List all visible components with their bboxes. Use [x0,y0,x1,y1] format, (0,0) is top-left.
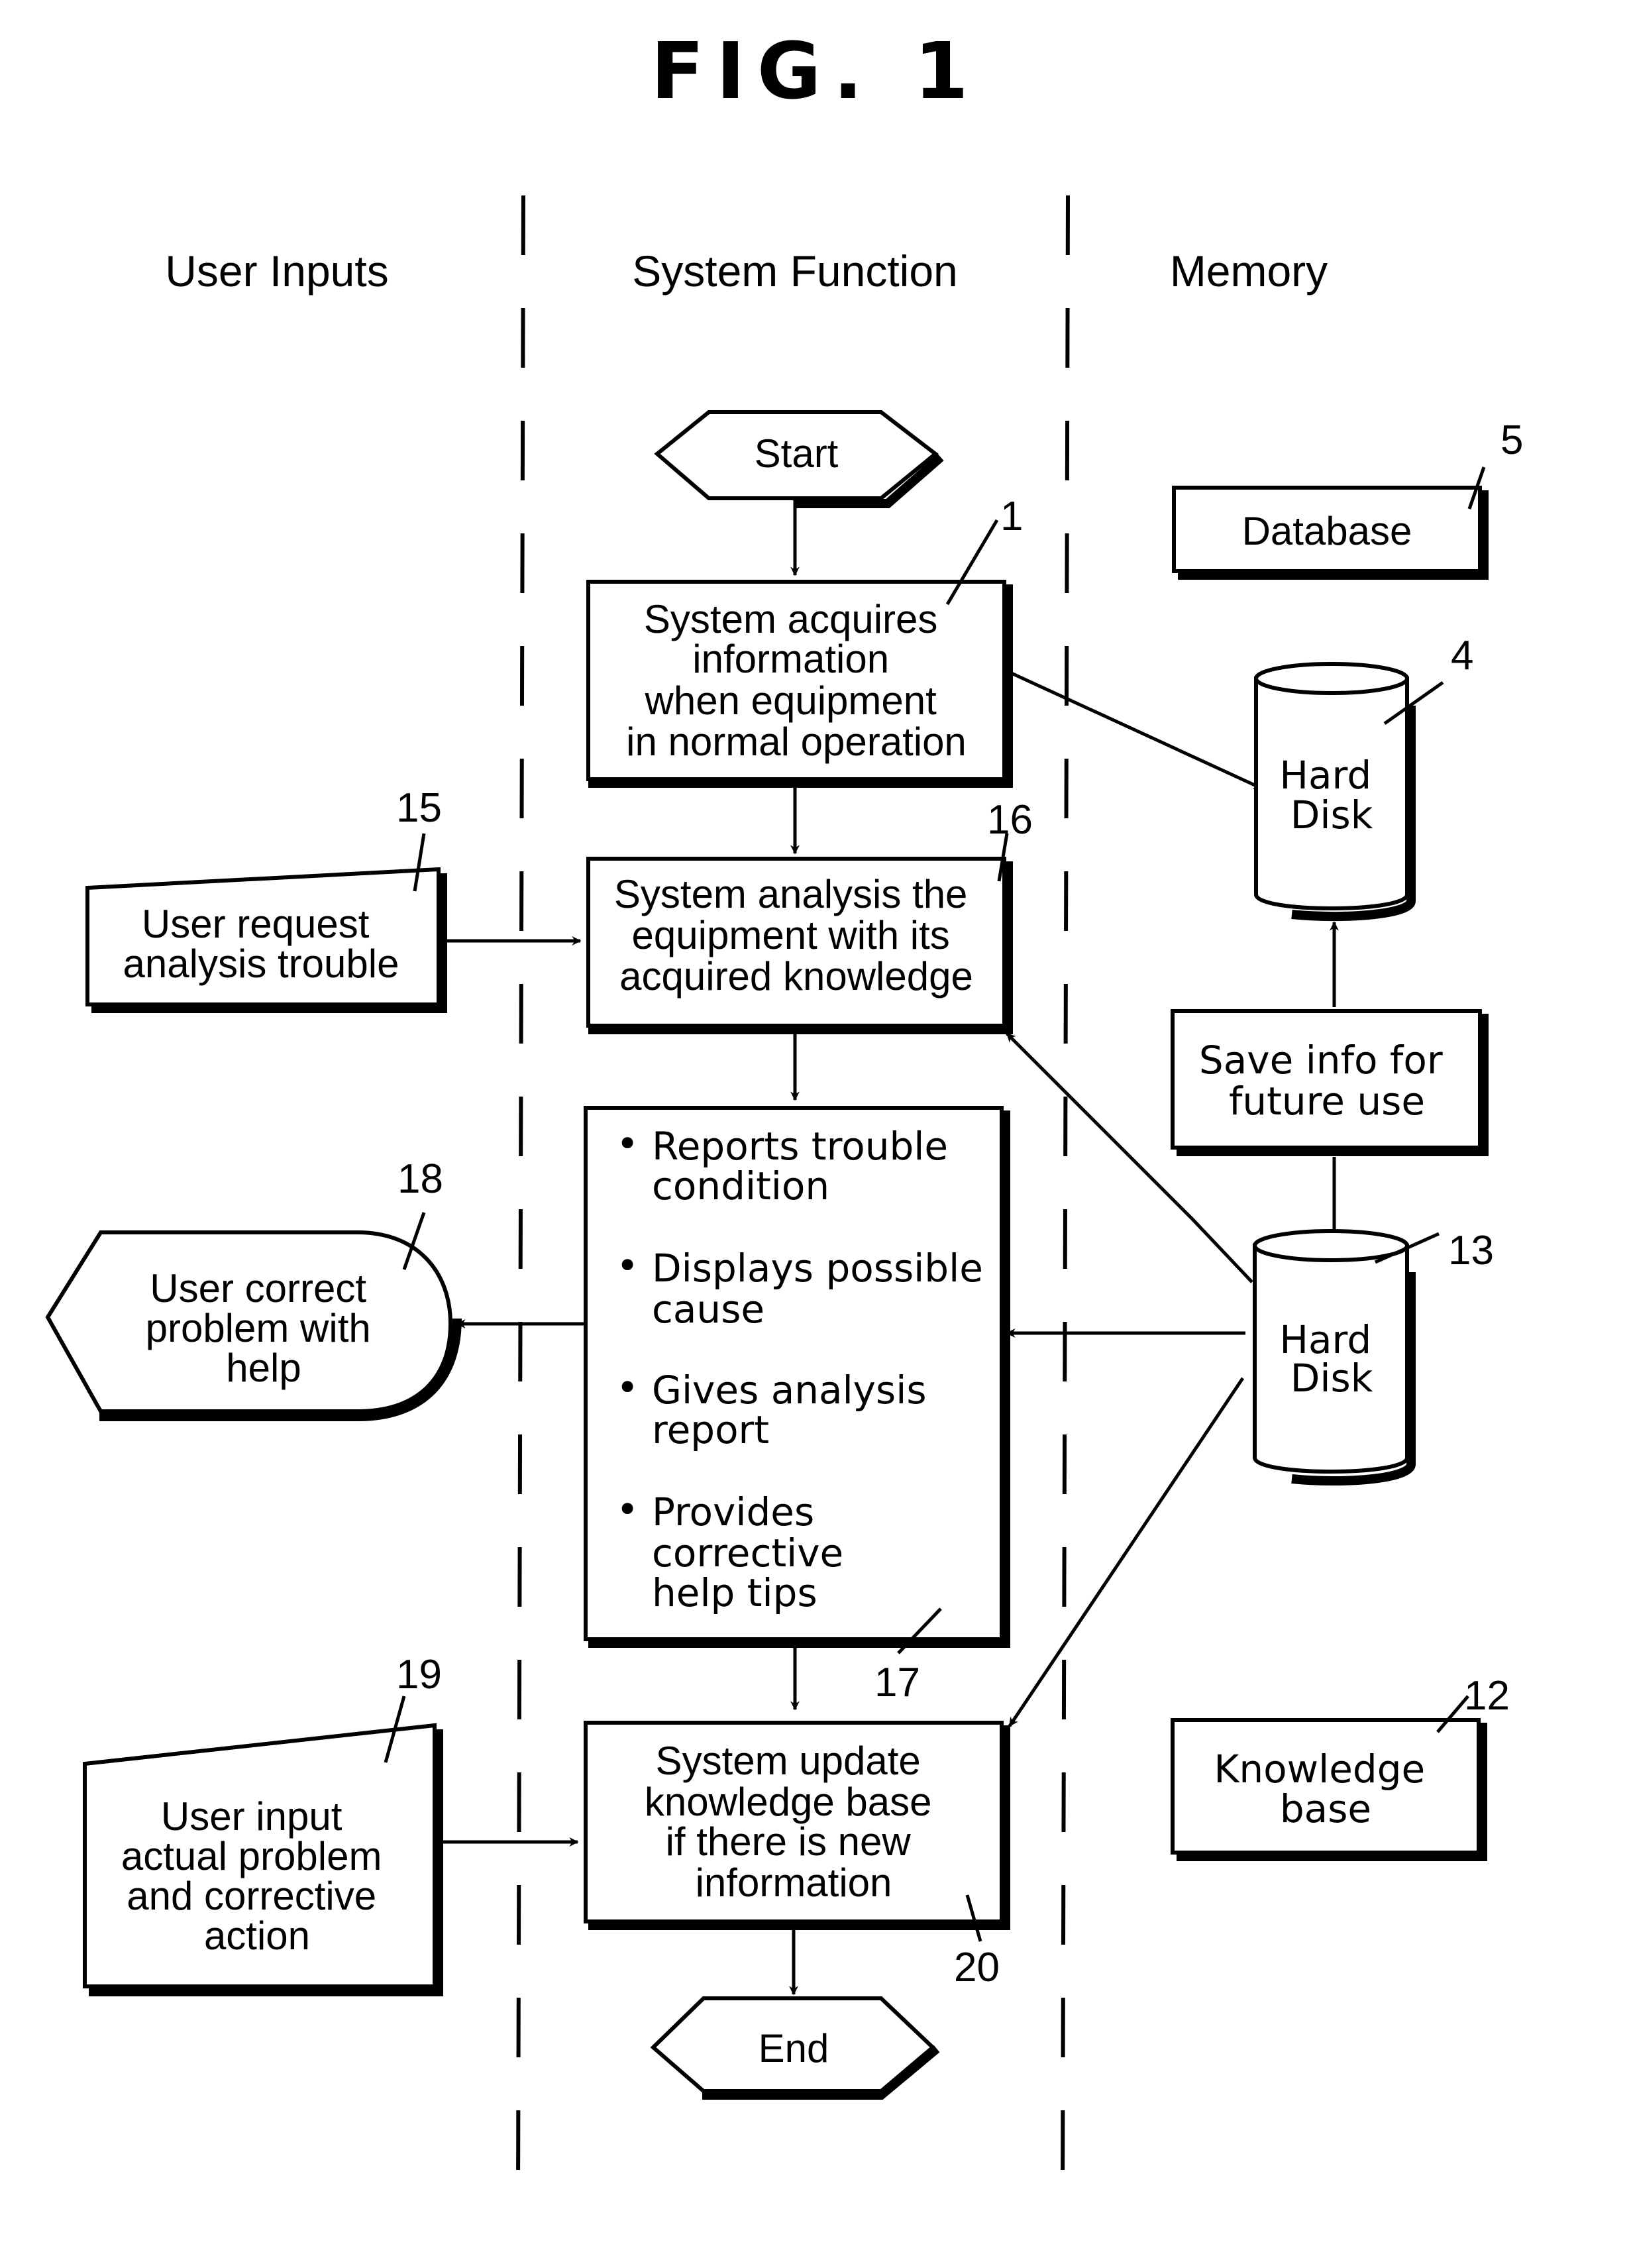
arrow-acquire-to-hard-disk-4 [1004,669,1263,790]
end-label: End [759,2026,829,2071]
ref-label-18: 18 [397,1156,443,1202]
ref-label-16: 16 [987,797,1033,843]
memory-hard-disk-13: Hard Disk [1253,1229,1416,1486]
ref-label-17: 17 [874,1660,920,1705]
lane-header-user-inputs: User Inputs [165,246,388,296]
memory-knowledge-base: Knowledge base [1171,1718,1487,1861]
ref-label-13: 13 [1448,1228,1494,1273]
analysis-text: System analysis the equipment with its a… [614,872,978,999]
end-terminator: End [650,1996,940,2100]
start-label: Start [755,431,839,476]
process-acquire-information: System acquires information when equipme… [586,580,1013,788]
ref-label-19: 19 [396,1652,442,1698]
flowchart-figure: FIG. 1 User Inputs System Function Memor… [45,25,1523,2200]
start-terminator: Start [654,410,944,508]
ref-label-15: 15 [396,785,442,831]
lane-divider-left [516,195,525,2200]
bullet-icon: • [616,1487,639,1532]
figure-title: FIG. 1 [651,25,980,117]
hard-disk-4-text: Hard Disk [1279,753,1383,837]
bullet-icon: • [616,1121,639,1166]
display-user-correct-problem: User correct problem with help [45,1230,462,1421]
arrow-hard-disk-13-to-update [1008,1377,1245,1727]
ref-label-1: 1 [1000,494,1023,539]
acquire-text: System acquires information when equipme… [626,597,967,764]
hard-disk-13-text: Hard Disk [1279,1317,1383,1401]
memory-database: Database [1172,486,1489,580]
user-request-text: User request analysis trouble [123,902,399,986]
ref-label-4: 4 [1451,633,1473,678]
process-system-analysis: System analysis the equipment with its a… [586,857,1013,1034]
process-report-list: • Reports trouble condition • Displays p… [584,1106,1010,1648]
input-user-request-analysis: User request analysis trouble [85,867,447,1013]
save-info-text: Save info for future use [1199,1038,1455,1124]
ref-label-12: 12 [1464,1673,1510,1719]
memory-save-info: Save info for future use [1171,1009,1489,1156]
ref-label-5: 5 [1500,417,1523,463]
bullet-icon: • [616,1243,639,1288]
memory-hard-disk-4: Hard Disk [1254,662,1416,922]
bullet-icon: • [616,1365,639,1410]
input-user-actual-problem: User input actual problem and corrective… [83,1723,443,1996]
process-update-knowledge-base: System update knowledge base if there is… [584,1721,1010,1930]
lane-divider-right [1061,195,1070,2200]
ref-label-20: 20 [954,1945,1000,1990]
lane-header-memory: Memory [1170,246,1328,296]
lane-header-system-function: System Function [632,246,958,296]
database-label: Database [1242,509,1412,553]
